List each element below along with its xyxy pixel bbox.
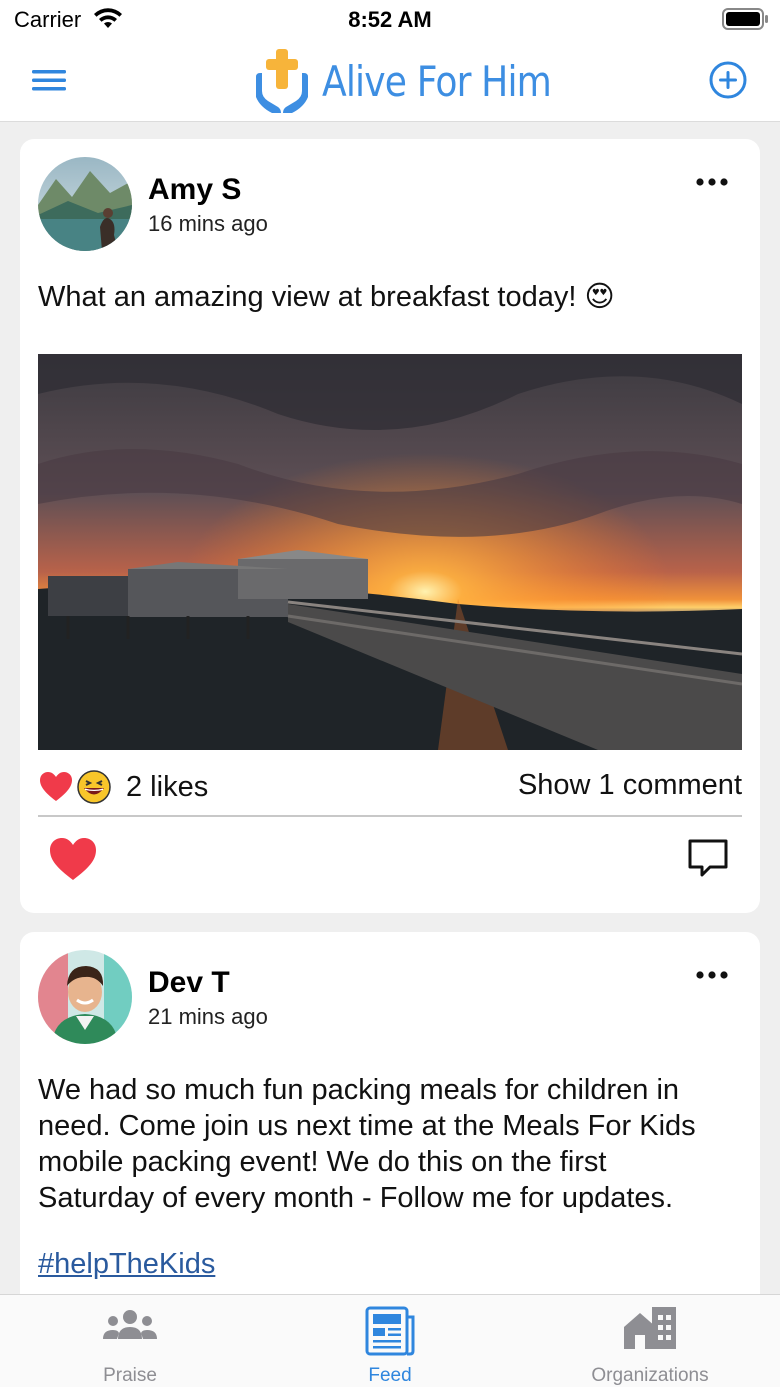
speech-bubble-icon [688, 839, 728, 877]
battery-icon [722, 8, 770, 35]
post-text-line: We had so much fun packing meals for chi… [38, 1074, 680, 1106]
post-card: Dev T 21 mins ago We had so much fun pac… [20, 932, 760, 1294]
menu-button[interactable] [30, 64, 68, 96]
post-text-line: Saturday of every month - Follow me for … [38, 1182, 674, 1214]
avatar[interactable] [38, 157, 132, 251]
hashtag-link[interactable]: #helpTheKids [38, 1248, 215, 1281]
show-comments-link[interactable]: Show 1 comment [518, 769, 742, 802]
post-text: What an amazing view at breakfast today!… [38, 281, 615, 313]
tab-bar: Praise Feed Organizations [0, 1294, 780, 1387]
post-text-line: need. Come join us next time at the Meal… [38, 1110, 696, 1142]
plus-circle-icon [709, 61, 747, 99]
post-image[interactable] [38, 354, 742, 750]
newspaper-icon [365, 1306, 415, 1356]
post-text-line: mobile packing event! We do this on the … [38, 1146, 607, 1178]
add-post-button[interactable] [708, 60, 748, 100]
heart-icon [50, 838, 96, 880]
brand: Alive For Him [252, 40, 588, 122]
tab-label: Feed [368, 1365, 412, 1386]
more-options-button[interactable] [694, 175, 730, 189]
ellipsis-icon [696, 178, 728, 186]
clock: 8:52 AM [348, 7, 432, 32]
heart-icon [40, 772, 72, 801]
divider [38, 815, 742, 817]
cross-hands-logo-icon [256, 49, 308, 113]
hamburger-icon [32, 70, 66, 91]
tab-organizations[interactable]: Organizations [550, 1295, 750, 1387]
author-name[interactable]: Amy S [148, 173, 241, 207]
group-icon [103, 1310, 157, 1339]
reactions[interactable]: 2 likes [38, 767, 208, 807]
status-bar: Carrier 8:52 AM [0, 0, 780, 40]
comment-button[interactable] [686, 837, 730, 881]
app-header: Alive For Him [0, 40, 780, 122]
ellipsis-icon [696, 971, 728, 979]
author-name[interactable]: Dev T [148, 966, 230, 1000]
tab-label: Organizations [591, 1365, 709, 1386]
like-button[interactable] [48, 835, 98, 883]
post-card: Amy S 16 mins ago What an amazing view a… [20, 139, 760, 913]
tab-praise[interactable]: Praise [30, 1295, 230, 1387]
buildings-icon [624, 1307, 676, 1349]
feed[interactable]: Amy S 16 mins ago What an amazing view a… [0, 122, 780, 1294]
grin-emoji-icon [77, 770, 111, 804]
likes-count[interactable]: 2 likes [126, 771, 208, 804]
post-text: We had so much fun packing meals for chi… [38, 1072, 738, 1216]
more-options-button[interactable] [694, 968, 730, 982]
app-name: Alive For Him [322, 56, 552, 106]
post-time: 16 mins ago [148, 211, 268, 236]
tab-feed[interactable]: Feed [290, 1295, 490, 1387]
tab-label: Praise [103, 1365, 157, 1386]
avatar[interactable] [38, 950, 132, 1044]
post-time: 21 mins ago [148, 1004, 268, 1029]
